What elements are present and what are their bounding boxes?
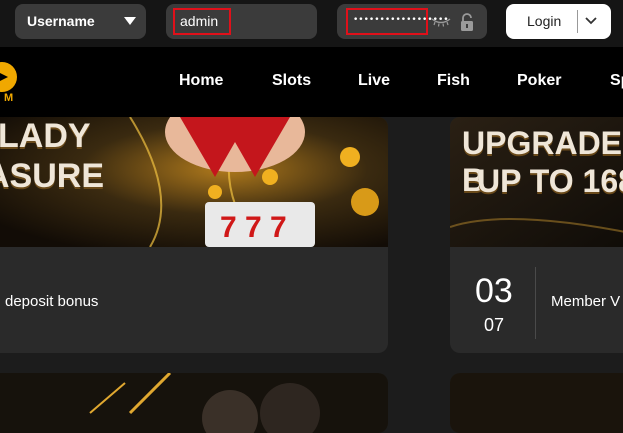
promo-card[interactable] — [0, 373, 388, 433]
nav-poker[interactable]: Poker — [517, 72, 561, 90]
nav-slots[interactable]: Slots — [272, 72, 311, 90]
login-type-value: Username — [27, 13, 95, 29]
svg-text:7 7 7: 7 7 7 — [220, 211, 287, 244]
chevron-down-icon[interactable] — [584, 14, 598, 33]
promo-description: deposit bonus — [5, 293, 99, 310]
promo-date-month: 07 — [484, 315, 505, 335]
username-highlight-box — [173, 8, 231, 35]
promo-card[interactable]: UPGRADE B UP TO 168 03 07 Member V — [450, 117, 623, 353]
nav-sports[interactable]: Sp — [610, 72, 623, 90]
eye-closed-icon[interactable] — [431, 15, 451, 33]
login-button[interactable]: Login — [506, 4, 611, 39]
promo-banner-image — [0, 373, 388, 433]
site-logo-icon: M — [0, 61, 22, 112]
promo-banner-line-2: ASURE — [0, 157, 105, 195]
nav-home[interactable]: Home — [179, 72, 223, 90]
main-nav: M Home Slots Live Fish Poker Sp — [0, 47, 623, 117]
login-divider — [577, 10, 578, 33]
date-divider — [535, 267, 536, 339]
promo-card[interactable] — [450, 373, 623, 433]
lock-icon — [459, 12, 475, 37]
chevron-down-icon — [124, 17, 136, 25]
promo-description: Member V — [551, 293, 621, 310]
promo-banner-line-1: LADY — [0, 117, 91, 155]
login-label: Login — [527, 13, 562, 29]
promo-card[interactable]: 7 7 7 LADY ASURE deposit bonus — [0, 117, 388, 353]
login-bar: Username admin •••••••••••••••••• Login — [0, 0, 623, 47]
password-highlight-box — [346, 8, 428, 35]
svg-text:M: M — [4, 92, 13, 104]
promo-banner-line-2: UP TO 168 — [477, 163, 623, 199]
promo-banner-image — [450, 373, 623, 433]
nav-fish[interactable]: Fish — [437, 72, 470, 90]
promo-date-day: 03 — [475, 272, 513, 310]
login-type-select[interactable]: Username — [15, 4, 146, 39]
nav-live[interactable]: Live — [358, 72, 390, 90]
